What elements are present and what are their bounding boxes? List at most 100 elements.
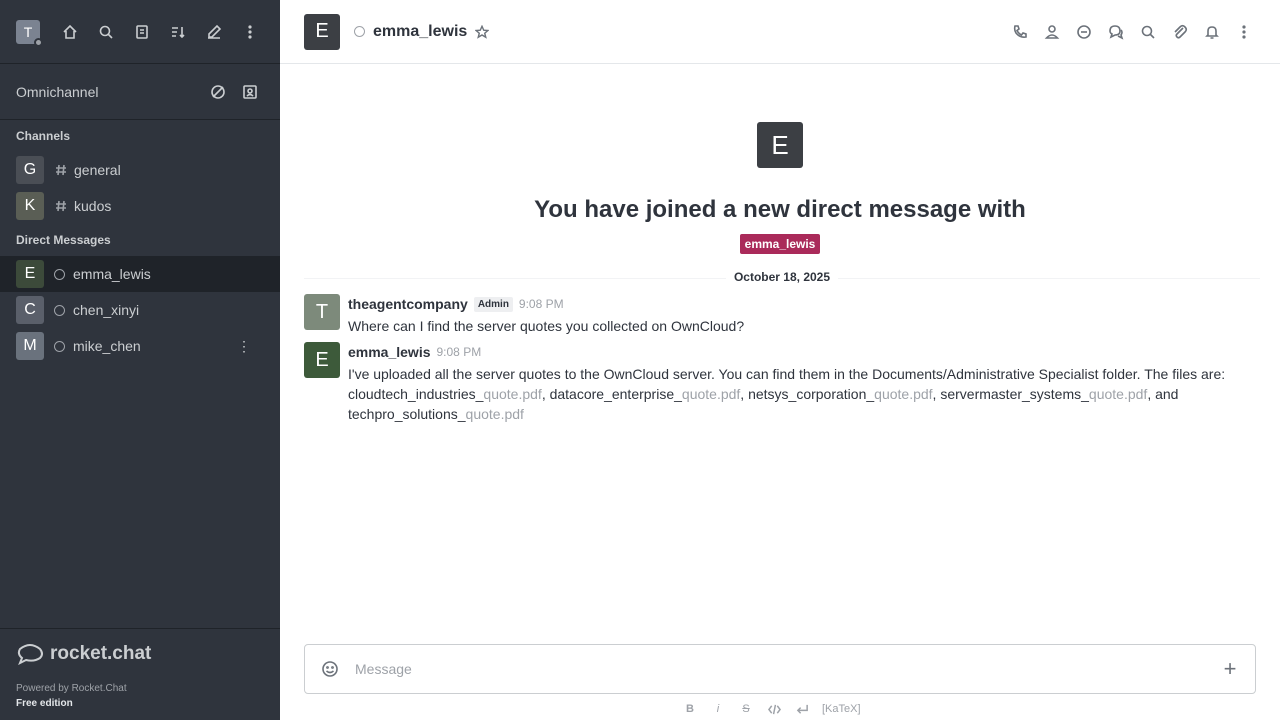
status-icon [354,26,365,37]
attachment-icon[interactable] [1168,20,1192,44]
sidebar-item-kudos[interactable]: K kudos [0,188,280,224]
omnichannel-section: Omnichannel [0,64,280,120]
status-icon [54,304,65,316]
home-icon[interactable] [56,18,84,46]
file-prefix: datacore_enterprise_ [549,386,682,402]
call-icon[interactable] [1008,20,1032,44]
file-separator: , [932,386,937,402]
date-divider-label: October 18, 2025 [725,270,839,284]
user-info-icon[interactable] [1040,20,1064,44]
emoji-icon[interactable] [305,657,355,681]
message-input[interactable] [355,657,1205,681]
multiline-code-icon[interactable] [792,700,812,718]
sidebar-footer: rocket.chat Powered by Rocket.Chat Free … [0,628,280,720]
plus-icon[interactable]: + [1205,656,1255,681]
room-avatar[interactable]: E [304,13,340,50]
rocket-chat-logo-icon [17,644,43,665]
user-status-dot [34,37,43,47]
more-options-icon[interactable] [236,18,264,46]
message-text: Where can I find the server quotes you c… [348,318,745,334]
user-avatar-letter: T [23,23,33,40]
search-messages-icon[interactable] [1136,20,1160,44]
sidebar-item-emma-lewis[interactable]: E emma_lewis [0,256,280,292]
italic-button[interactable]: i [708,700,728,718]
message-body: theagentcompany Admin 9:08 PM Where can … [348,294,1256,336]
omnichannel-availability-icon[interactable] [204,78,232,106]
omnichannel-toolbar [204,78,264,106]
sidebar-item-label: mike_chen [73,338,141,354]
app-window: T Omnichannel Channels G general K kudos… [0,0,1280,720]
notification-bell-icon[interactable] [1200,20,1224,44]
user-avatar[interactable]: T [16,19,43,47]
file-separator: , [541,386,546,402]
threads-icon[interactable] [1072,20,1096,44]
file-prefix: netsys_corporation_ [748,386,875,402]
file-separator: , and [1147,386,1179,402]
sidebar-item-chen-xinyi[interactable]: C chen_xinyi [0,292,280,328]
message-composer: + [304,644,1256,694]
edition-text: Free edition [16,698,73,709]
channel-avatar: K [16,192,44,220]
message-item: T theagentcompany Admin 9:08 PM Where ca… [280,294,1280,336]
sidebar-item-label: chen_xinyi [73,302,140,318]
star-icon[interactable] [473,23,491,41]
rocketchat-logo[interactable]: rocket.chat [16,641,264,667]
sidebar-item-label: general [74,162,121,178]
message-time: 9:08 PM [436,345,482,359]
file-separator: , [740,386,745,402]
hashtag-icon [54,199,68,213]
file-link[interactable]: quote.pdf [874,386,932,402]
strikethrough-button[interactable]: S [736,700,756,718]
sidebar-header: T [0,0,280,64]
sidebar: T Omnichannel Channels G general K kudos… [0,0,280,720]
search-icon[interactable] [92,18,120,46]
message-time: 9:08 PM [518,297,564,311]
dm-avatar: M [16,332,44,360]
message-body: emma_lewis 9:08 PM I've uploaded all the… [348,342,1256,424]
omnichannel-label: Omnichannel [16,83,99,100]
dm-section-title: Direct Messages [16,233,111,247]
discussion-icon[interactable] [1104,20,1128,44]
message-intro: I've uploaded all the server quotes to t… [348,366,1226,382]
dm-avatar: C [16,296,44,324]
status-icon [54,268,65,280]
message-avatar[interactable]: E [304,342,340,378]
message-avatar[interactable]: T [304,294,340,330]
channel-avatar: G [16,156,44,184]
room-title: emma_lewis [373,22,468,40]
file-link[interactable]: quote.pdf [483,386,541,402]
sidebar-item-label: emma_lewis [73,266,151,282]
message-text: I've uploaded all the server quotes to t… [348,364,1256,424]
room-main: E emma_lewis E You have joined a new dir… [280,0,1280,720]
kebab-menu-icon[interactable] [1232,20,1256,44]
hashtag-icon [54,163,68,177]
file-link[interactable]: quote.pdf [466,406,524,422]
kebab-menu-icon[interactable]: ⋮ [234,336,254,356]
code-icon[interactable] [764,700,784,718]
sort-icon[interactable] [164,18,192,46]
dm-avatar: E [16,260,44,288]
date-divider: October 18, 2025 [304,268,1260,288]
message-author[interactable]: emma_lewis [348,344,431,360]
file-prefix: cloudtech_industries_ [348,386,484,402]
message-header: theagentcompany Admin 9:08 PM [348,294,1256,314]
contact-center-icon[interactable] [236,78,264,106]
file-link[interactable]: quote.pdf [1089,386,1147,402]
sidebar-item-mike-chen[interactable]: M mike_chen ⋮ [0,328,280,364]
sidebar-item-label: kudos [74,198,112,214]
create-new-icon[interactable] [200,18,228,46]
file-link[interactable]: quote.pdf [682,386,740,402]
formatting-toolbar: B i S [KaTeX] [680,700,863,718]
status-icon [54,340,65,352]
brand-name: rocket.chat [50,643,152,664]
welcome-banner: E You have joined a new direct message w… [280,122,1280,254]
message-author[interactable]: theagentcompany [348,296,468,312]
role-badge: Admin [473,296,513,312]
katex-button[interactable]: [KaTeX] [820,703,863,715]
directory-icon[interactable] [128,18,156,46]
sidebar-item-general[interactable]: G general [0,152,280,188]
welcome-username-badge[interactable]: emma_lewis [739,234,821,254]
room-toolbar [1008,20,1256,44]
bold-button[interactable]: B [680,700,700,718]
powered-by-text: Powered by Rocket.Chat [16,683,127,694]
